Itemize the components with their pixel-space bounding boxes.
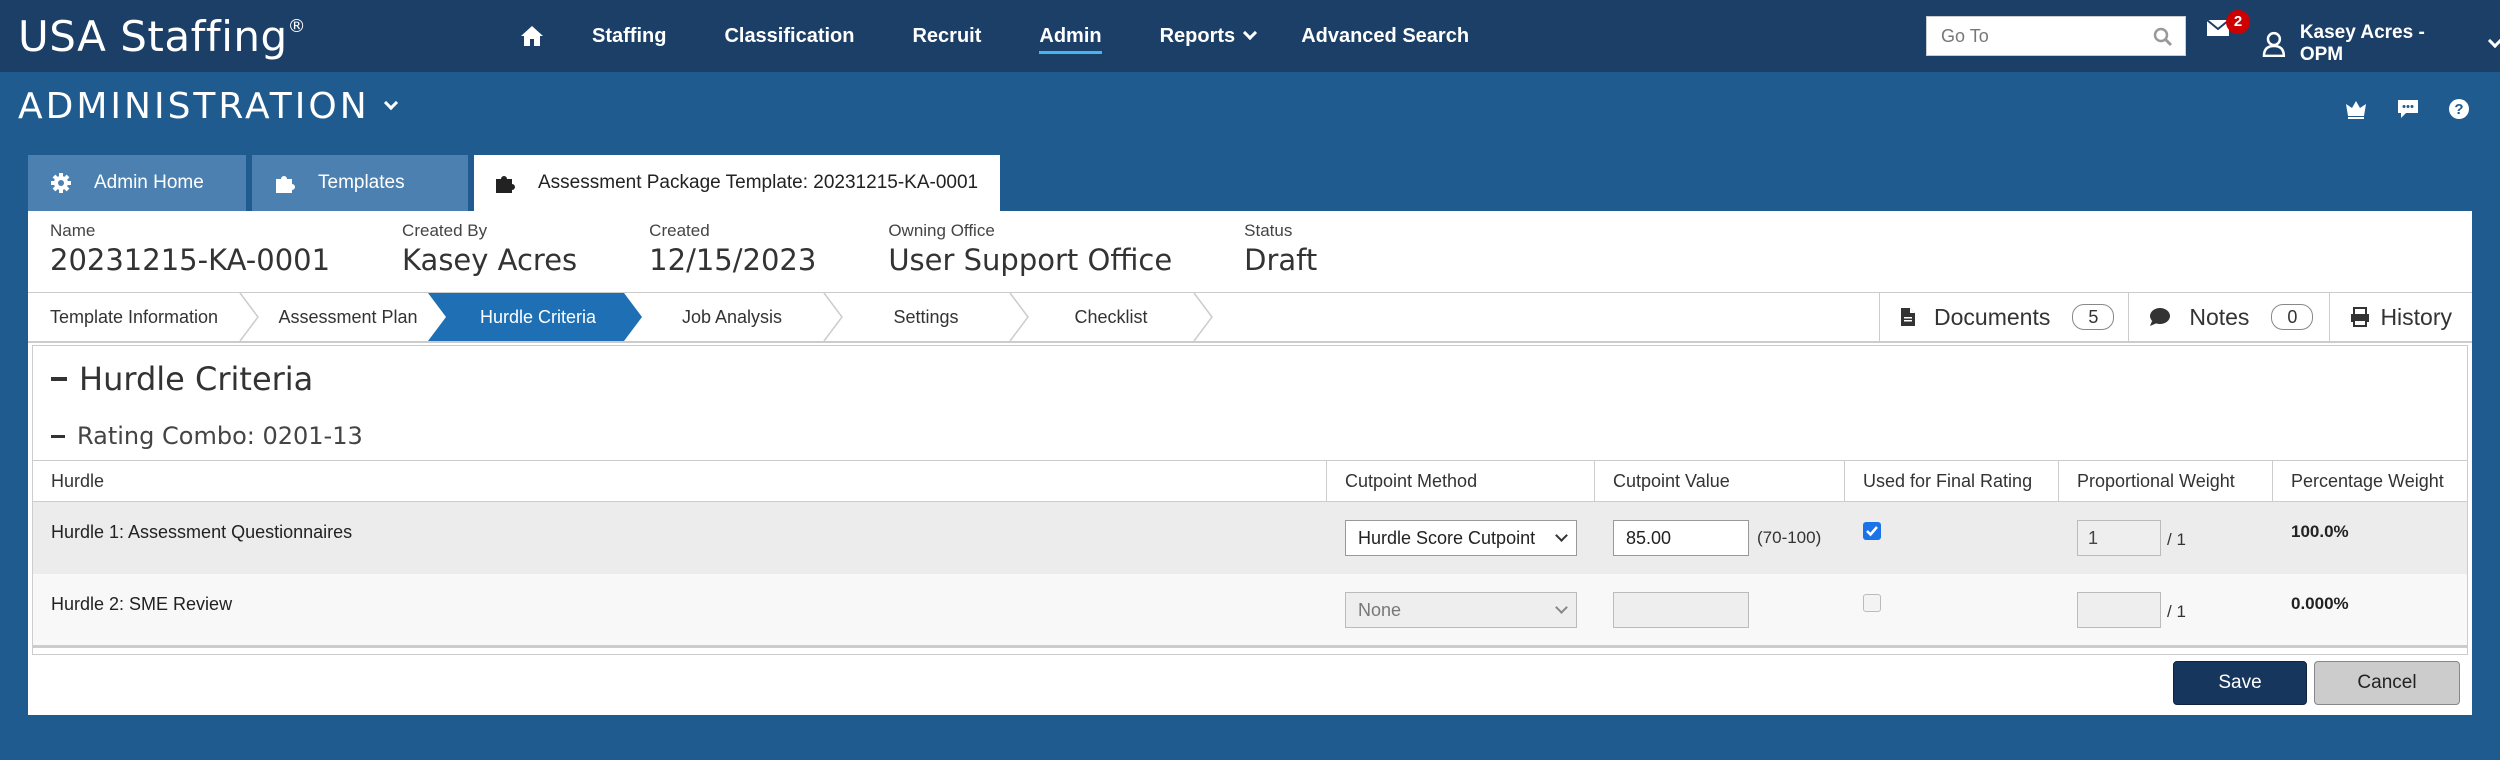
percentage-weight: 100.0% [2291, 522, 2349, 541]
user-menu[interactable]: Kasey Acres - OPM [2262, 22, 2500, 66]
documents-button[interactable]: Documents 5 [1879, 293, 2128, 341]
column-header: Cutpoint Value [1595, 461, 1845, 501]
action-footer: Save Cancel [28, 657, 2472, 715]
cutpoint-method-select[interactable]: None [1345, 592, 1577, 628]
comment-icon [2150, 308, 2171, 326]
document-icon [1901, 308, 1916, 326]
tab-assessment-package-template[interactable]: Assessment Package Template: 20231215-KA… [474, 155, 1000, 211]
mail-count-badge: 2 [2226, 10, 2250, 34]
home-icon[interactable] [520, 24, 544, 48]
used-for-final-rating-checkbox[interactable] [1863, 594, 1881, 612]
section-title[interactable]: Hurdle Criteria [51, 360, 313, 398]
cutpoint-method-select[interactable]: Hurdle Score Cutpoint [1345, 520, 1577, 556]
collapse-icon[interactable] [51, 434, 65, 438]
cutpoint-value-input[interactable] [1613, 592, 1749, 628]
step-settings[interactable]: Settings [842, 293, 1010, 341]
search-icon[interactable] [2153, 27, 2173, 47]
tab-bar: Admin Home Templates Assessment Package … [28, 155, 1006, 211]
chevron-down-icon [1243, 25, 1258, 41]
weight-denominator: / 1 [2167, 530, 2186, 549]
tab-templates[interactable]: Templates [252, 155, 468, 211]
step-navigation: Template Information Assessment Plan Hur… [28, 293, 2472, 343]
history-icon [2351, 307, 2370, 327]
save-button[interactable]: Save [2173, 661, 2307, 705]
used-for-final-rating-checkbox[interactable] [1863, 522, 1881, 540]
nav-classification[interactable]: Classification [724, 0, 854, 72]
subsection-title[interactable]: Rating Combo: 0201-13 [51, 422, 363, 450]
help-icon[interactable]: ? [2448, 98, 2470, 120]
column-header: Used for Final Rating [1845, 461, 2059, 501]
table-row: Hurdle 1: Assessment Questionnaires Hurd… [33, 502, 2467, 574]
table-row: Hurdle 2: SME Review None / 1 0.000% [33, 574, 2467, 648]
hurdle-table: Hurdle Cutpoint Method Cutpoint Value Us… [33, 460, 2467, 648]
puzzle-icon [496, 176, 515, 193]
cutpoint-value-input[interactable]: 85.00 [1613, 520, 1749, 556]
info-owning-office: Owning Office User Support Office [888, 221, 1173, 277]
puzzle-icon [276, 176, 295, 193]
step-assessment-plan[interactable]: Assessment Plan [258, 293, 438, 341]
info-status: Status Draft [1244, 221, 1318, 277]
usa-staffing-logo[interactable]: USA Staffing® [18, 12, 306, 61]
top-bar: USA Staffing® Staffing Classification Re… [0, 0, 2500, 72]
hurdle-name: Hurdle 1: Assessment Questionnaires [51, 522, 353, 542]
chevron-down-icon [1555, 529, 1568, 542]
notes-button[interactable]: Notes 0 [2128, 293, 2329, 341]
column-header: Percentage Weight [2291, 471, 2444, 491]
column-header: Hurdle [33, 461, 1327, 501]
hurdle-name: Hurdle 2: SME Review [51, 594, 233, 614]
goto-input[interactable] [1927, 17, 2142, 55]
history-button[interactable]: History [2329, 293, 2472, 341]
documents-count: 5 [2072, 304, 2115, 330]
notes-count: 0 [2271, 304, 2314, 330]
nav-advanced-search[interactable]: Advanced Search [1301, 0, 1469, 72]
main-nav: Staffing Classification Recruit Admin Re… [520, 0, 1527, 72]
step-job-analysis[interactable]: Job Analysis [642, 293, 822, 341]
step-hurdle-criteria[interactable]: Hurdle Criteria [446, 293, 630, 341]
nav-admin[interactable]: Admin [1039, 0, 1102, 72]
proportional-weight-input[interactable]: 1 [2077, 520, 2161, 556]
column-header: Proportional Weight [2059, 461, 2273, 501]
step-template-information[interactable]: Template Information [28, 293, 240, 341]
hurdle-criteria-panel: Hurdle Criteria Rating Combo: 0201-13 Hu… [32, 345, 2468, 655]
chevron-down-icon [1555, 601, 1568, 614]
announcements-icon[interactable] [2344, 98, 2368, 120]
template-card: Name 20231215-KA-0001 Created By Kasey Acr… [28, 211, 2472, 715]
checkmark-icon [1866, 526, 1878, 537]
column-header: Cutpoint Method [1327, 461, 1595, 501]
cancel-button[interactable]: Cancel [2314, 661, 2460, 705]
chevron-down-icon [2487, 33, 2500, 49]
table-header: Hurdle Cutpoint Method Cutpoint Value Us… [33, 460, 2467, 502]
step-checklist[interactable]: Checklist [1028, 293, 1194, 341]
page-title[interactable]: ADMINISTRATION [18, 86, 398, 127]
user-name: Kasey Acres - OPM [2299, 22, 2425, 65]
goto-box [1926, 16, 2186, 56]
side-buttons: Documents 5 Notes 0 History [1879, 293, 2472, 341]
svg-text:?: ? [2454, 101, 2463, 118]
chat-icon[interactable] [2396, 98, 2420, 120]
chevron-down-icon [383, 95, 398, 110]
proportional-weight-input[interactable] [2077, 592, 2161, 628]
percentage-weight: 0.000% [2291, 594, 2349, 613]
gear-icon [51, 173, 71, 193]
cutpoint-range: (70-100) [1757, 528, 1822, 547]
template-info-strip: Name 20231215-KA-0001 Created By Kasey Acr… [28, 211, 2472, 293]
user-icon [2262, 31, 2286, 57]
collapse-icon[interactable] [51, 377, 67, 381]
nav-staffing[interactable]: Staffing [592, 0, 666, 72]
info-created: Created 12/15/2023 [649, 221, 817, 277]
nav-reports[interactable]: Reports [1160, 0, 1258, 72]
info-created-by: Created By Kasey Acres [402, 221, 578, 277]
info-name: Name 20231215-KA-0001 [50, 221, 331, 277]
weight-denominator: / 1 [2167, 602, 2186, 621]
utility-icons: ? [2344, 98, 2470, 120]
nav-recruit[interactable]: Recruit [912, 0, 981, 72]
tab-admin-home[interactable]: Admin Home [28, 155, 246, 211]
